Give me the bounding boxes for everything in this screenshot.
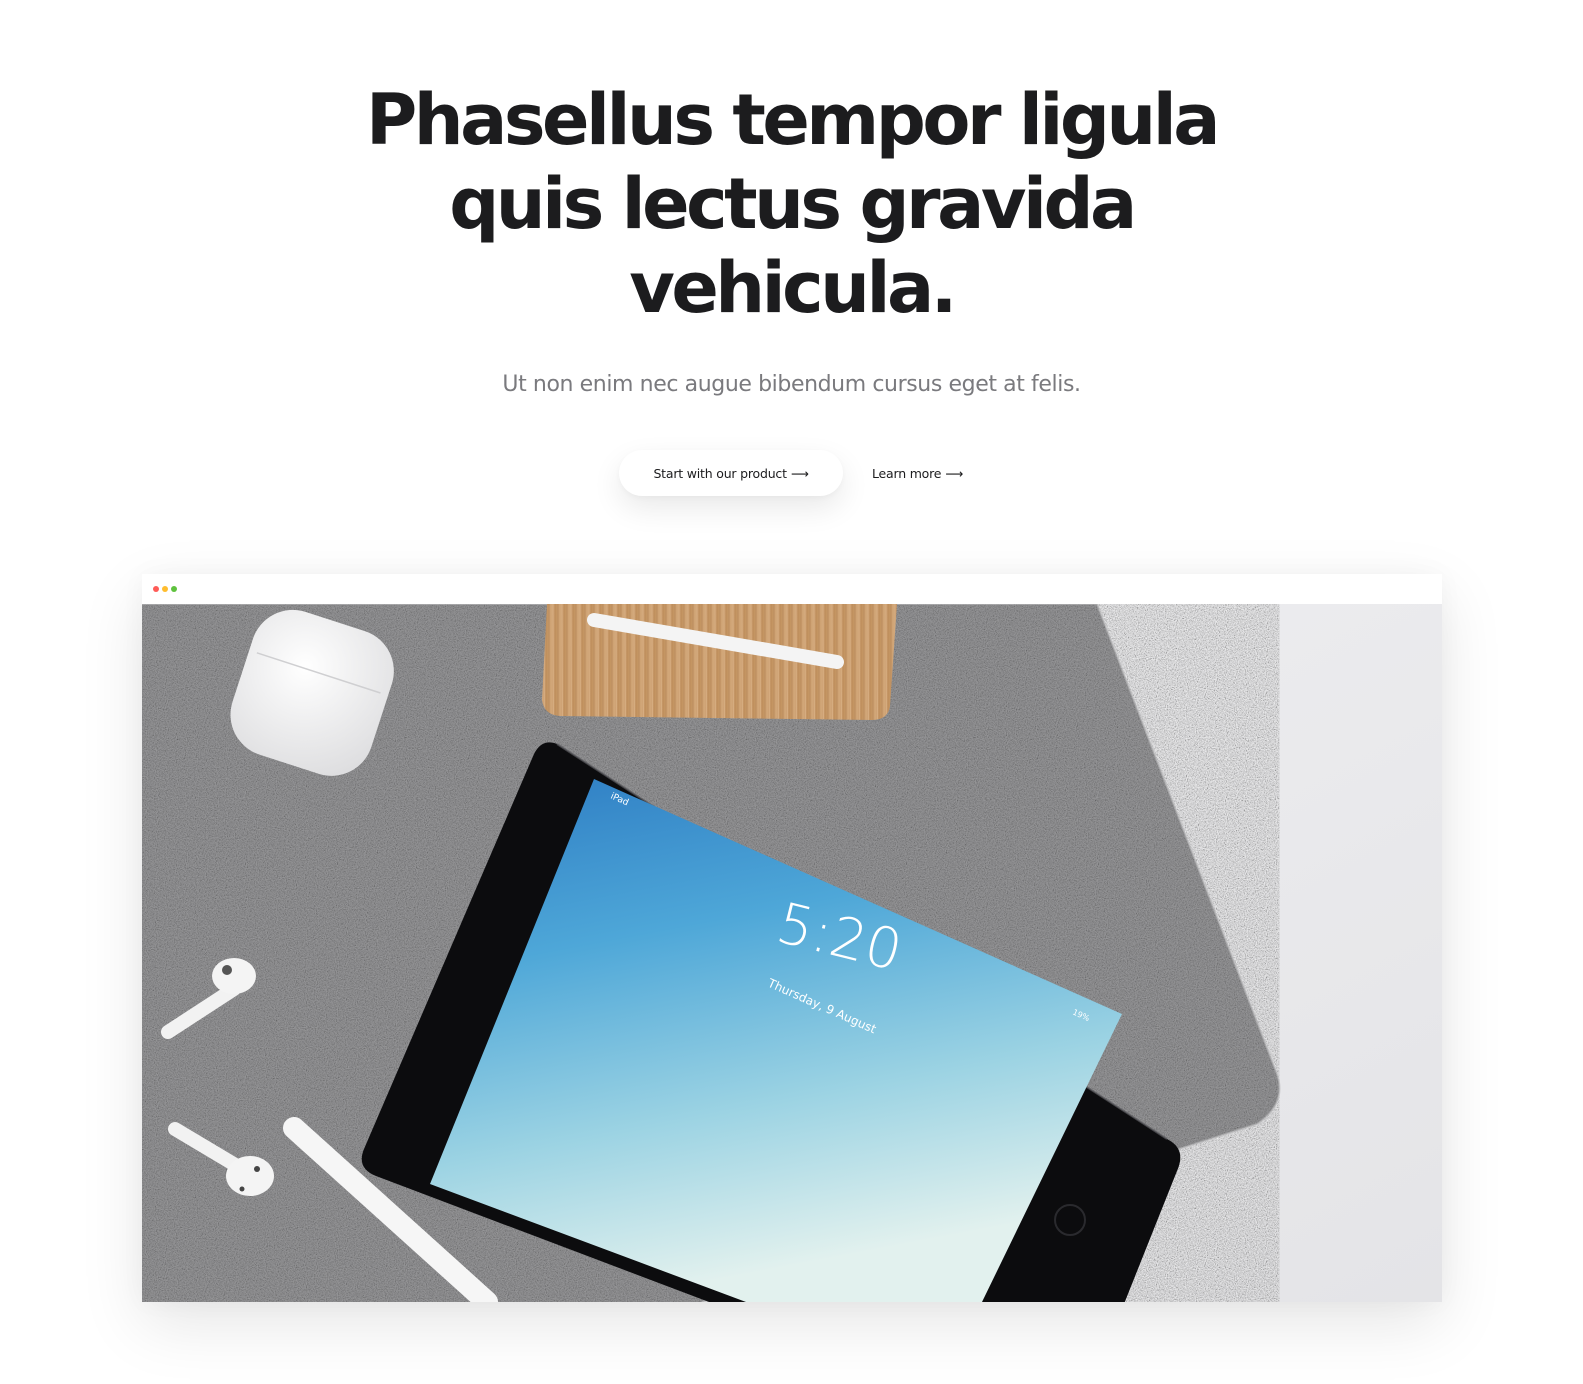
- cta-row: Start with our product ⟶ Learn more ⟶: [0, 450, 1583, 496]
- hero-title: Phasellus tempor ligula quis lectus grav…: [0, 78, 1583, 330]
- hero-title-line-2: quis lectus gravida: [449, 163, 1137, 245]
- minimize-dot-icon: [162, 586, 168, 592]
- hero-title-line-3: vehicula.: [629, 247, 957, 329]
- learn-more-link[interactable]: Learn more ⟶: [872, 450, 963, 496]
- hero-subtitle: Ut non enim nec augue bibendum cursus eg…: [502, 372, 1081, 397]
- arrow-right-icon: ⟶: [790, 465, 809, 481]
- close-dot-icon: [153, 586, 159, 592]
- learn-more-label: Learn more: [872, 465, 942, 481]
- maximize-dot-icon: [171, 586, 177, 592]
- hero-title-line-1: Phasellus tempor ligula: [366, 79, 1221, 161]
- start-with-product-label: Start with our product: [653, 465, 787, 481]
- arrow-right-icon: ⟶: [945, 465, 964, 481]
- start-with-product-button[interactable]: Start with our product ⟶: [619, 450, 843, 496]
- product-photo: iPad 19% 5:20 Thursday, 9 August: [142, 604, 1442, 1302]
- browser-window-mockup: iPad 19% 5:20 Thursday, 9 August: [142, 574, 1442, 1302]
- browser-title-bar: [142, 574, 1442, 604]
